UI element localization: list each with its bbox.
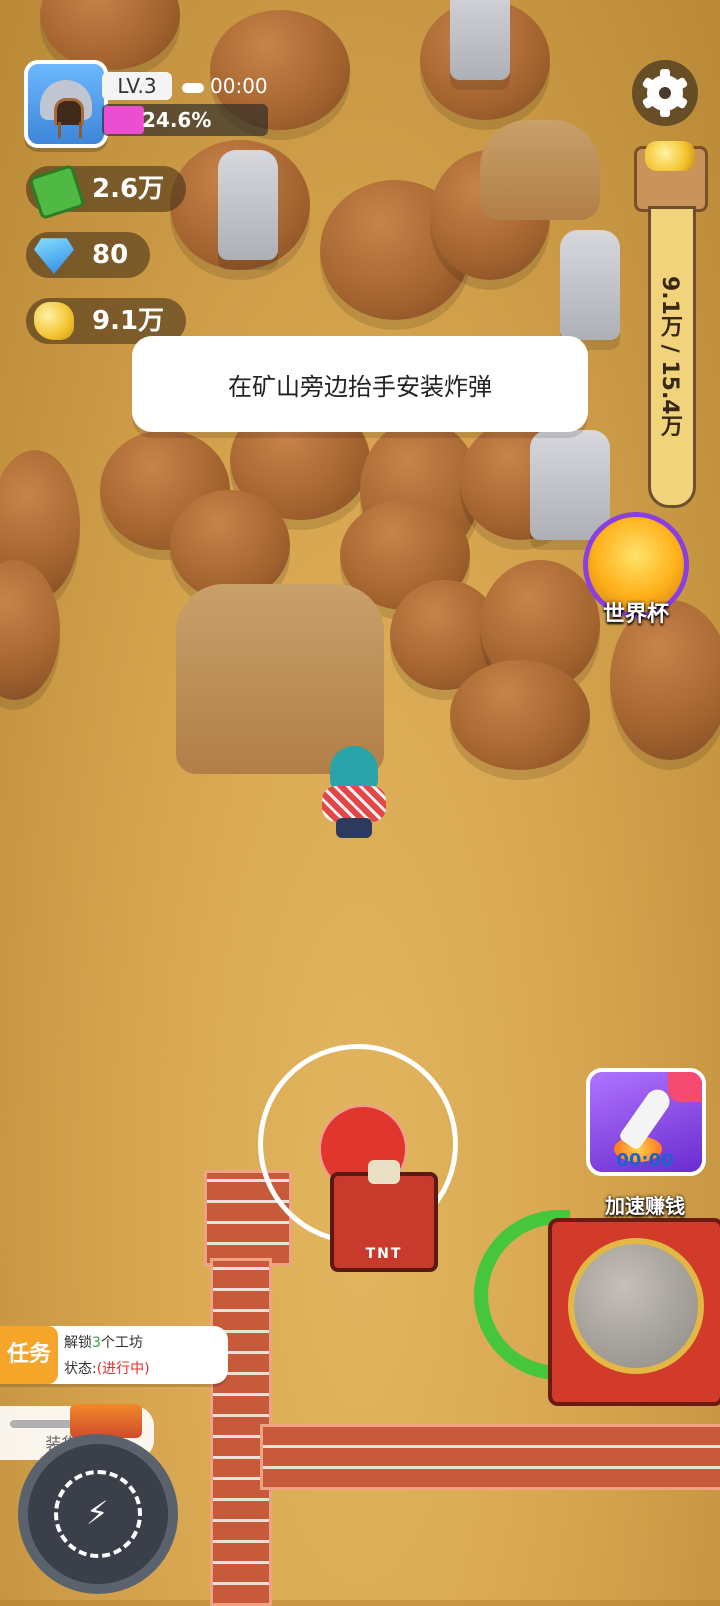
miner-character: [322, 746, 386, 840]
rail-track-icon: [58, 122, 82, 138]
level-label: LV.3: [102, 72, 172, 100]
gold-storage-meter[interactable]: 9.1万 / 15.4万: [634, 141, 708, 508]
crusher-drum: [568, 1238, 704, 1374]
stone-pillar: [218, 150, 278, 260]
task-desc-prefix: 解锁: [64, 1335, 92, 1351]
gem-counter[interactable]: 80: [26, 232, 151, 278]
cash-value: 2.6万: [92, 174, 165, 204]
tutorial-tip: 在矿山旁边抬手安装炸弹: [132, 336, 588, 432]
speed-up-label: 加速赚钱: [605, 1194, 685, 1218]
gold-nugget-icon: [34, 302, 74, 340]
world-cup-label: 世界杯: [602, 602, 669, 627]
tutorial-tip-text: 在矿山旁边抬手安装炸弹: [228, 372, 492, 401]
level-progress-fill: [104, 106, 144, 134]
lightning-icon: ⚡: [86, 1494, 109, 1532]
cloud-icon: [182, 82, 204, 93]
gem-value: 80: [92, 240, 129, 270]
gold-value: 9.1万: [92, 306, 165, 336]
gear-icon: [641, 69, 689, 117]
miner-legs: [336, 818, 372, 838]
diamond-badge-icon: [668, 1072, 702, 1102]
task-panel[interactable]: 任务 解锁3个工坊 状态:(进行中): [0, 1326, 228, 1384]
storage-text: 9.1万 / 15.4万: [657, 275, 682, 437]
speed-up-timer: 00:00: [616, 1150, 674, 1171]
task-status: 状态:(进行中): [64, 1358, 150, 1378]
tnt-label: TNT: [365, 1246, 403, 1262]
task-desc-suffix: 个工坊: [100, 1335, 143, 1351]
task-status-label: 状态:: [64, 1361, 97, 1377]
speed-up-button[interactable]: 00:00 加速赚钱: [586, 1068, 706, 1218]
power-button[interactable]: ⚡: [18, 1434, 178, 1594]
stone-pillar: [560, 230, 620, 340]
task-status-value: (进行中): [96, 1361, 150, 1377]
task-tag: 任务: [0, 1326, 58, 1384]
task-count: 3: [92, 1335, 101, 1351]
task-description: 解锁3个工坊: [64, 1332, 143, 1352]
brick-wall: [260, 1424, 720, 1490]
diamond-icon: [34, 238, 74, 274]
tnt-detonator[interactable]: TNT: [330, 1160, 438, 1272]
stone-pillar: [450, 0, 510, 80]
crusher-machine[interactable]: [548, 1218, 720, 1406]
dirt-pile: [450, 660, 590, 770]
level-panel: LV.3 00:00 24.6%: [102, 72, 268, 136]
cash-counter[interactable]: 2.6万: [26, 163, 187, 221]
settings-button[interactable]: [632, 60, 698, 126]
gold-cart-icon: [634, 141, 708, 212]
level-timer: 00:00: [182, 72, 278, 100]
world-cup-button[interactable]: 世界杯: [582, 512, 690, 627]
gear-tooth: [660, 69, 670, 117]
level-progress-text: 24.6%: [142, 108, 212, 132]
level-progress-bar: 24.6%: [102, 104, 268, 136]
mine-entrance-icon: [54, 98, 84, 125]
level-timer-text: 00:00: [210, 74, 268, 98]
detonator-plunger: [368, 1160, 400, 1184]
miner-body: [322, 786, 386, 822]
mountain-stump: [480, 120, 600, 220]
mine-avatar[interactable]: [24, 60, 108, 148]
